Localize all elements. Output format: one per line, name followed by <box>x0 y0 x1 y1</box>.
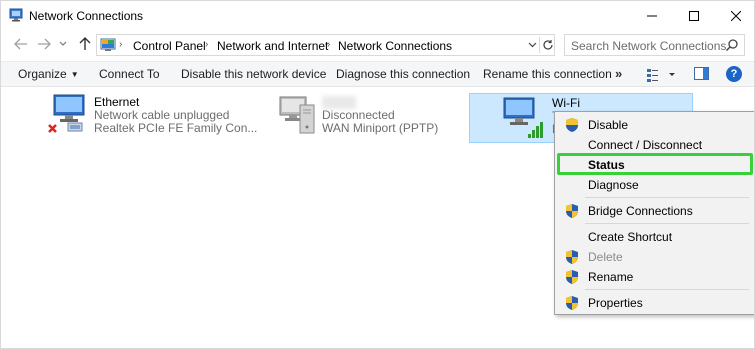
command-bar: Organize ▼ Connect To Disable this networ… <box>1 61 754 87</box>
menu-item-delete: Delete <box>557 247 752 267</box>
breadcrumb-separator-icon: › <box>205 39 209 50</box>
caret-down-icon: ▼ <box>70 70 79 79</box>
help-button[interactable]: ? <box>726 66 742 82</box>
preview-pane-button[interactable] <box>694 67 709 80</box>
menu-item-label: Disable <box>588 118 629 132</box>
search-icon <box>725 39 738 52</box>
menu-item-connect-disconnect[interactable]: Connect / Disconnect <box>557 135 752 155</box>
forward-arrow-icon <box>38 38 51 50</box>
up-button[interactable] <box>77 36 93 52</box>
organize-label: Organize <box>18 67 67 81</box>
close-button[interactable] <box>713 1 754 31</box>
menu-item-label: Bridge Connections <box>588 204 693 218</box>
uac-shield-icon <box>566 296 578 310</box>
menu-item-label: Create Shortcut <box>588 230 673 244</box>
back-arrow-icon <box>14 38 27 50</box>
disable-device-button[interactable]: Disable this network device <box>181 67 326 81</box>
menu-item-label: Rename <box>588 270 634 284</box>
address-history-button[interactable] <box>525 38 539 52</box>
connection-item-ethernet[interactable]: Ethernet Network cable unplugged Realtek… <box>46 93 257 143</box>
more-commands-button[interactable]: » <box>615 66 622 81</box>
close-icon <box>731 11 741 21</box>
menu-item-rename[interactable]: Rename <box>557 267 752 287</box>
menu-item-properties[interactable]: Properties <box>557 293 752 313</box>
maximize-button[interactable] <box>671 1 717 31</box>
blurred-name <box>322 96 356 110</box>
refresh-button[interactable] <box>539 37 555 53</box>
address-row: › Control Panel › Network and Internet ›… <box>1 31 754 59</box>
menu-separator <box>585 289 749 290</box>
breadcrumb-network-and-internet[interactable]: Network and Internet <box>217 39 328 53</box>
diagnose-connection-button[interactable]: Diagnose this connection <box>336 67 470 81</box>
network-connections-window: Network Connections › Control Panel › Ne… <box>0 0 755 349</box>
address-bar[interactable]: › Control Panel › Network and Internet ›… <box>96 34 555 56</box>
window-title: Network Connections <box>29 9 144 23</box>
refresh-icon <box>542 40 553 50</box>
view-options-icon <box>647 69 675 82</box>
network-connections-app-icon <box>9 8 23 22</box>
search-input[interactable]: Search Network Connections <box>564 34 745 56</box>
connection-text: Disconnected WAN Miniport (PPTP) <box>322 96 438 135</box>
uac-shield-icon <box>566 270 578 284</box>
help-icon: ? <box>730 68 738 80</box>
back-button[interactable] <box>13 36 29 52</box>
change-view-button[interactable] <box>646 66 676 83</box>
uac-shield-icon <box>566 250 578 264</box>
breadcrumb-control-panel[interactable]: Control Panel <box>133 39 206 53</box>
menu-item-diagnose[interactable]: Diagnose <box>557 175 752 195</box>
connect-to-button[interactable]: Connect To <box>99 67 160 81</box>
connection-text: Ethernet Network cable unplugged Realtek… <box>94 96 257 135</box>
up-arrow-icon <box>79 37 91 50</box>
breadcrumb-separator-icon: › <box>119 39 123 50</box>
wifi-adapter-icon <box>503 97 543 138</box>
control-panel-icon <box>100 38 116 51</box>
menu-item-bridge-connections[interactable]: Bridge Connections <box>557 201 752 221</box>
menu-item-label: Connect / Disconnect <box>588 138 703 152</box>
minimize-icon <box>647 15 657 17</box>
chevron-down-icon <box>528 42 536 48</box>
connection-name <box>322 96 438 110</box>
context-menu: Disable Connect / Disconnect Status Diag… <box>554 111 754 315</box>
breadcrumb-separator-icon: › <box>327 39 331 50</box>
menu-item-label: Delete <box>588 250 623 264</box>
recent-locations-button[interactable] <box>58 36 68 52</box>
connection-device: Realtek PCIe FE Family Con... <box>94 121 258 135</box>
status-highlight-box <box>557 153 753 175</box>
ethernet-adapter-disconnected-icon <box>48 94 85 133</box>
uac-shield-icon <box>566 204 578 218</box>
vpn-adapter-icon <box>279 96 315 134</box>
preview-pane-icon <box>694 67 709 80</box>
organize-button[interactable]: Organize ▼ <box>18 67 79 81</box>
forward-button[interactable] <box>36 36 52 52</box>
search-placeholder: Search Network Connections <box>571 39 727 53</box>
uac-shield-icon <box>566 118 578 132</box>
menu-separator <box>585 223 749 224</box>
connection-item-vpn[interactable]: Disconnected WAN Miniport (PPTP) <box>274 93 454 143</box>
menu-item-disable[interactable]: Disable <box>557 115 752 135</box>
menu-item-label: Properties <box>588 296 643 310</box>
connection-device: WAN Miniport (PPTP) <box>322 121 439 136</box>
rename-connection-button[interactable]: Rename this connection <box>483 67 612 81</box>
chevron-down-icon <box>59 41 67 46</box>
minimize-button[interactable] <box>629 1 675 31</box>
menu-item-label: Diagnose <box>588 178 639 192</box>
breadcrumb-network-connections[interactable]: Network Connections <box>338 39 452 53</box>
menu-separator <box>585 197 749 198</box>
maximize-icon <box>689 11 699 21</box>
menu-item-create-shortcut[interactable]: Create Shortcut <box>557 227 752 247</box>
title-bar: Network Connections <box>1 1 754 31</box>
